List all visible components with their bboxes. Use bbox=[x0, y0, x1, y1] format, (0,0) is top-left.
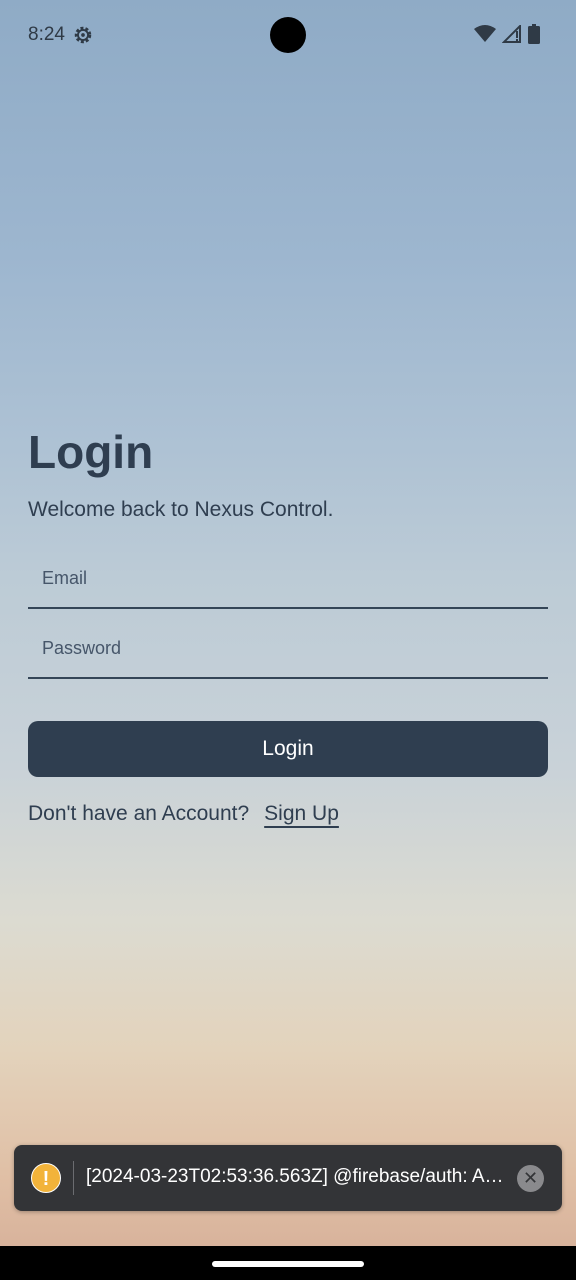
status-bar: 8:24 bbox=[0, 0, 576, 70]
warning-icon: ! bbox=[31, 1163, 61, 1193]
status-icons bbox=[474, 24, 540, 44]
gear-icon bbox=[72, 24, 94, 46]
password-field[interactable] bbox=[42, 633, 532, 663]
error-toast[interactable]: ! [2024-03-23T02:53:36.563Z] @firebase/a… bbox=[14, 1145, 562, 1211]
camera-cutout bbox=[270, 17, 306, 53]
sign-up-link[interactable]: Sign Up bbox=[264, 802, 339, 826]
page-title: Login bbox=[28, 426, 154, 478]
toast-message: [2024-03-23T02:53:36.563Z] @firebase/aut… bbox=[86, 1166, 506, 1187]
welcome-subtitle: Welcome back to Nexus Control. bbox=[28, 498, 334, 521]
signup-prompt: Don't have an Account? bbox=[28, 802, 250, 825]
status-time: 8:24 bbox=[28, 24, 65, 45]
signup-row: Don't have an Account? Sign Up bbox=[28, 802, 339, 826]
wifi-icon bbox=[474, 25, 496, 43]
home-indicator[interactable] bbox=[212, 1261, 364, 1267]
battery-icon bbox=[528, 24, 540, 44]
email-field[interactable] bbox=[42, 563, 532, 593]
navigation-bar bbox=[0, 1246, 576, 1280]
email-field-container bbox=[28, 553, 548, 609]
password-field-container bbox=[28, 623, 548, 679]
close-icon[interactable]: ✕ bbox=[517, 1165, 544, 1192]
toast-divider bbox=[73, 1161, 74, 1195]
login-button[interactable]: Login bbox=[28, 721, 548, 777]
signal-icon bbox=[502, 25, 522, 43]
